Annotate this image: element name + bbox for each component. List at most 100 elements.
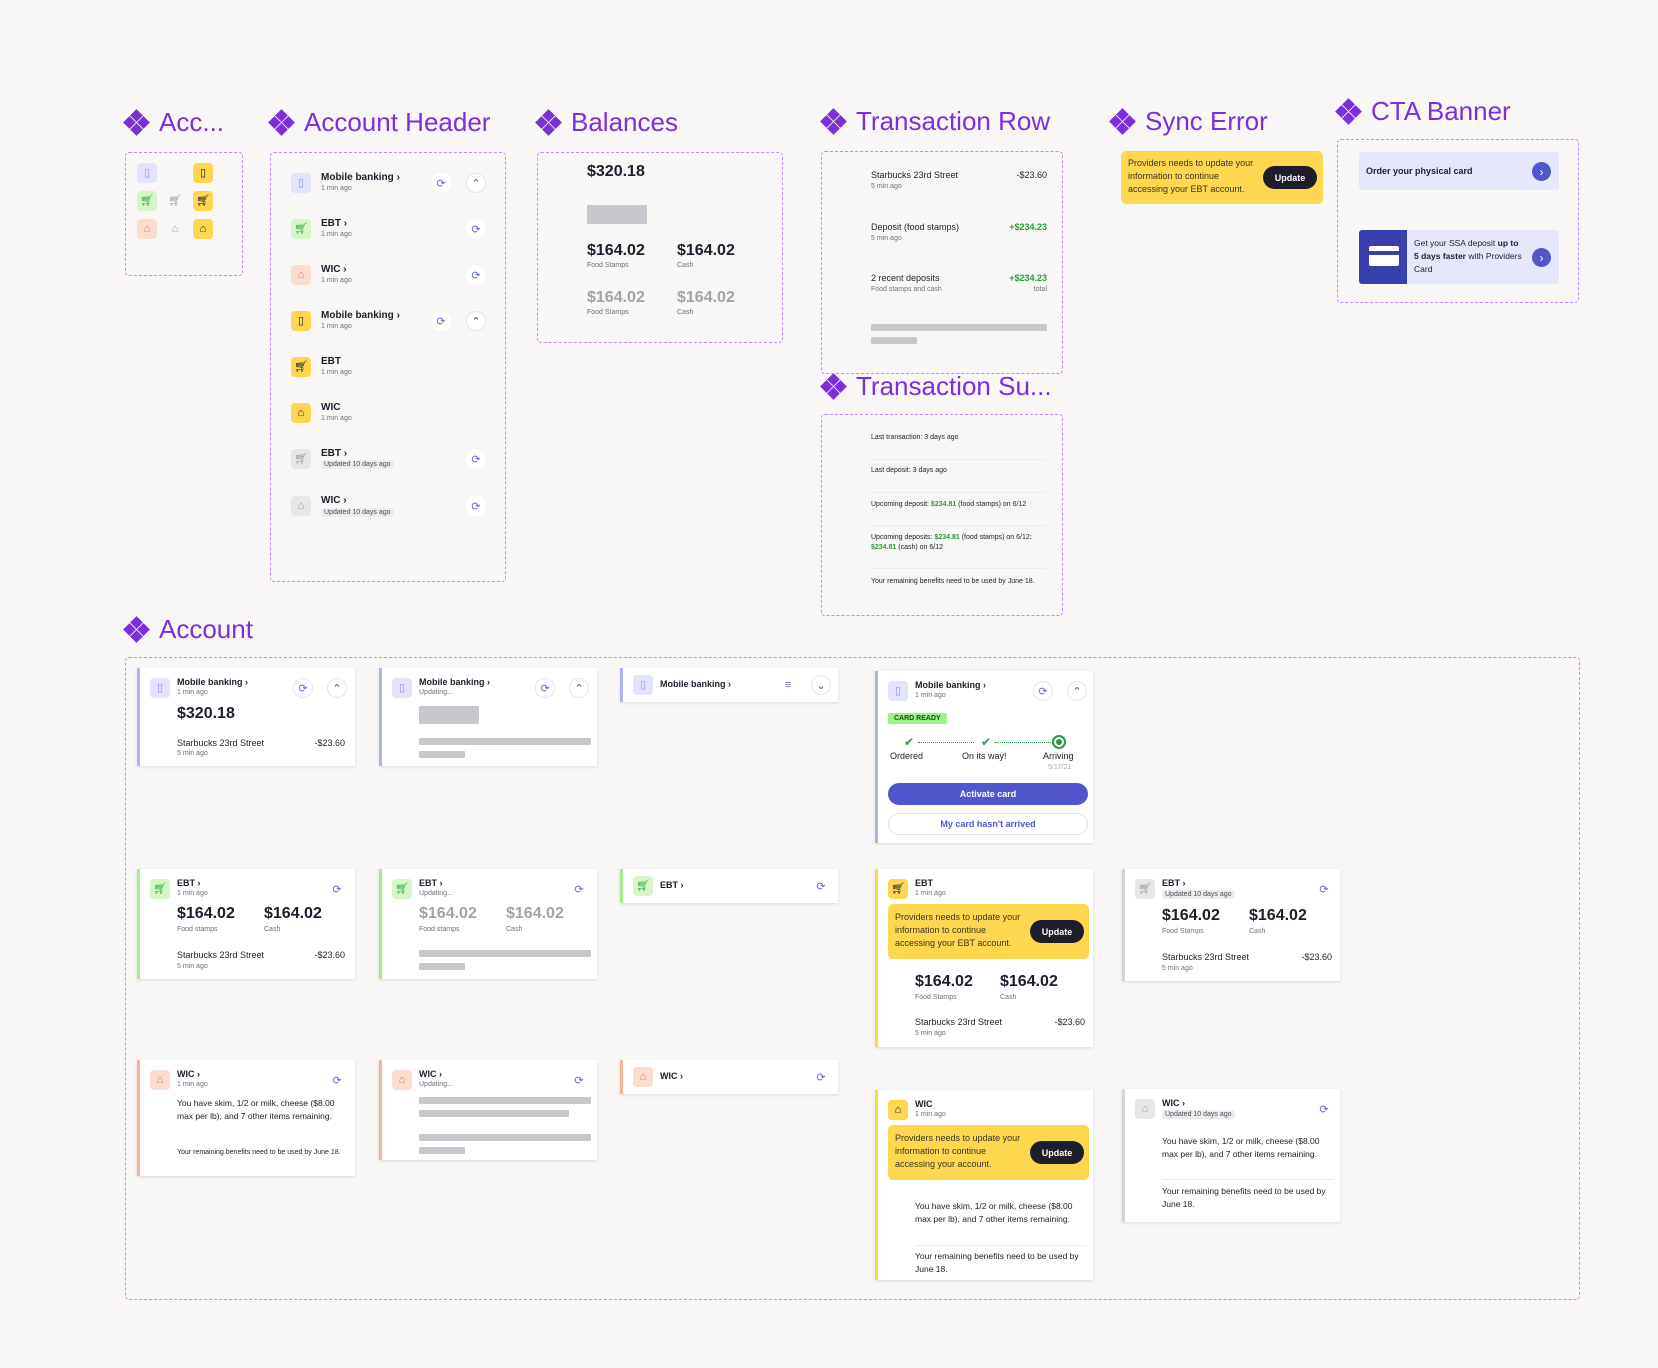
account-card-mobile-banking[interactable]: ▯ Mobile banking › 1 min ago ⟳ ⌃ $320.18… (137, 668, 355, 766)
chevron-up-icon[interactable]: ⌃ (466, 173, 486, 193)
phone-icon: ▯ (137, 163, 157, 183)
refresh-icon[interactable]: ⟳ (535, 678, 555, 698)
divider (871, 525, 1047, 526)
order-card-banner[interactable]: Order your physical card › (1359, 152, 1559, 190)
update-button[interactable]: Update (1263, 166, 1317, 189)
account-card-ebt-stale[interactable]: 🛒︎ EBT › Updated 10 days ago ⟳ $164.02 F… (1122, 869, 1340, 981)
refresh-icon[interactable]: ⟳ (327, 1070, 347, 1090)
account-card-ebt[interactable]: 🛒︎ EBT › 1 min ago ⟳ $164.02 Food stamps… (137, 869, 355, 979)
updated-time: 1 min ago (321, 323, 352, 330)
account-name-link[interactable]: EBT › (1162, 878, 1186, 888)
transaction-merchant: 2 recent deposits (871, 273, 940, 283)
cash-label: Cash (1000, 994, 1017, 1001)
refresh-icon[interactable]: ⟳ (811, 876, 831, 896)
refresh-icon[interactable]: ⟳ (293, 678, 313, 698)
refresh-icon[interactable]: ⟳ (466, 265, 486, 285)
update-button[interactable]: Update (1030, 920, 1084, 943)
update-button[interactable]: Update (1030, 1141, 1084, 1164)
frame-title-transaction-summary: Transaction Su... (820, 371, 1052, 402)
refresh-icon[interactable]: ⟳ (569, 879, 589, 899)
account-card-mobile-banking-updating[interactable]: ▯ Mobile banking › Updating... ⟳ ⌃ (379, 668, 597, 766)
last-transaction: Last transaction: 3 days ago (871, 434, 959, 441)
activate-card-button[interactable]: Activate card (888, 783, 1088, 805)
account-name: WIC (915, 1099, 933, 1109)
account-name-link[interactable]: WIC › (321, 264, 347, 275)
account-name-link[interactable]: Mobile banking › (177, 677, 248, 687)
account-name-link[interactable]: EBT › (419, 878, 443, 888)
chevron-right-icon: › (439, 878, 443, 888)
updated-time: 1 min ago (177, 1081, 208, 1088)
card-not-arrived-button[interactable]: My card hasn't arrived (888, 813, 1088, 835)
account-card-card-ready[interactable]: ▯ Mobile banking › 1 min ago ⟳ ⌃ CARD RE… (875, 671, 1093, 843)
chevron-up-icon[interactable]: ⌃ (466, 311, 486, 331)
account-name-link[interactable]: Mobile banking › (321, 310, 400, 321)
account-name-link[interactable]: WIC › (177, 1069, 200, 1079)
account-name-link[interactable]: Mobile banking › (915, 680, 986, 690)
ssa-deposit-banner[interactable]: Get your SSA deposit up to 5 days faster… (1359, 230, 1559, 284)
account-card-wic-collapsed[interactable]: ⌂ WIC › ⟳ (620, 1060, 838, 1094)
step-ordered: Ordered (890, 751, 924, 761)
list-icon[interactable]: ≡ (778, 675, 798, 695)
frame-title-text: Sync Error (1145, 106, 1268, 136)
refresh-icon[interactable]: ⟳ (811, 1067, 831, 1087)
chevron-up-icon[interactable]: ⌃ (327, 678, 347, 698)
chevron-right-icon: › (245, 677, 249, 687)
cash-label: Cash (264, 926, 281, 933)
account-card-ebt-collapsed[interactable]: 🛒︎ EBT › ⟳ (620, 869, 838, 903)
account-name-link[interactable]: WIC › (1162, 1098, 1185, 1108)
cash-balance: $164.02 (1000, 973, 1058, 990)
refresh-icon[interactable]: ⟳ (1314, 1099, 1334, 1119)
account-name-link[interactable]: EBT › (177, 878, 201, 888)
account-name-link[interactable]: EBT › (321, 218, 347, 229)
refresh-icon[interactable]: ⟳ (327, 879, 347, 899)
updated-time: 1 min ago (177, 689, 208, 696)
cart-icon: 🛒︎ (888, 879, 908, 899)
chevron-right-icon[interactable]: › (1532, 162, 1551, 181)
refresh-icon[interactable]: ⟳ (431, 311, 451, 331)
basket-icon: ⌂ (193, 219, 213, 239)
basket-icon: ⌂ (291, 403, 311, 423)
text-part: Upcoming deposits: (871, 534, 935, 541)
account-name-link[interactable]: EBT › (321, 448, 347, 459)
refresh-icon[interactable]: ⟳ (466, 496, 486, 516)
basket-icon: ⌂ (150, 1070, 170, 1090)
account-card-wic-stale[interactable]: ⌂ WIC › Updated 10 days ago ⟳ You have s… (1122, 1089, 1340, 1222)
transaction-merchant: Starbucks 23rd Street (871, 170, 959, 180)
chevron-right-icon[interactable]: › (1532, 248, 1551, 267)
transaction-merchant: Starbucks 23rd Street (177, 950, 265, 960)
account-name-link[interactable]: WIC › (321, 495, 347, 506)
account-card-ebt-sync-error[interactable]: 🛒︎ EBT 1 min ago Providers needs to upda… (875, 869, 1093, 1047)
account-card-wic-updating[interactable]: ⌂ WIC › Updating... ⟳ (379, 1060, 597, 1160)
chevron-right-icon: › (1182, 878, 1186, 888)
frame-title-transaction-row: Transaction Row (820, 106, 1050, 137)
refresh-icon[interactable]: ⟳ (431, 173, 451, 193)
account-name-link[interactable]: WIC › (419, 1069, 442, 1079)
refresh-icon[interactable]: ⟳ (1033, 681, 1053, 701)
transaction-time: 5 min ago (871, 235, 902, 242)
account-card-wic[interactable]: ⌂ WIC › 1 min ago ⟳ You have skim, 1/2 o… (137, 1060, 355, 1176)
refresh-icon[interactable]: ⟳ (466, 219, 486, 239)
basket-icon: ⌂ (291, 496, 311, 516)
chevron-down-icon[interactable]: ⌄ (811, 675, 831, 695)
transaction-amount: -$23.60 (1054, 1017, 1085, 1027)
account-card-mobile-banking-collapsed[interactable]: ▯ Mobile banking › ≡ ⌄ (620, 668, 838, 702)
card-illustration (1359, 230, 1407, 284)
basket-icon: ⌂ (1135, 1099, 1155, 1119)
chevron-up-icon[interactable]: ⌃ (1067, 681, 1087, 701)
total-balance: $320.18 (587, 163, 645, 180)
skeleton-loader (419, 738, 591, 745)
refresh-icon[interactable]: ⟳ (466, 449, 486, 469)
account-card-wic-sync-error[interactable]: ⌂ WIC 1 min ago Providers needs to updat… (875, 1090, 1093, 1280)
transaction-time: 5 min ago (871, 183, 902, 190)
account-name-link[interactable]: EBT › (660, 880, 684, 890)
phone-icon: ▯ (291, 173, 311, 193)
account-name-label: EBT (419, 878, 437, 888)
account-card-ebt-updating[interactable]: 🛒︎ EBT › Updating... ⟳ $164.02 Food stam… (379, 869, 597, 979)
chevron-up-icon[interactable]: ⌃ (569, 678, 589, 698)
refresh-icon[interactable]: ⟳ (569, 1070, 589, 1090)
account-name-link[interactable]: WIC › (660, 1071, 683, 1081)
refresh-icon[interactable]: ⟳ (1314, 879, 1334, 899)
account-name-link[interactable]: Mobile banking › (660, 679, 731, 689)
account-name-link[interactable]: Mobile banking › (419, 677, 490, 687)
account-name-link[interactable]: Mobile banking › (321, 172, 400, 183)
